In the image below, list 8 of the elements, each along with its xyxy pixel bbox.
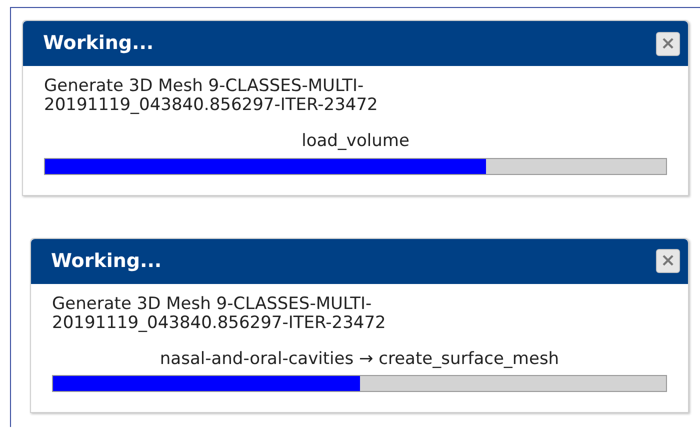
step-label: nasal-and-oral-cavities → create_surface_mesh [160, 348, 560, 370]
dialog-title: Working... [43, 31, 154, 56]
task-description: Generate 3D Mesh 9-CLASSES-MULTI-20191119_043840.856297-ITER-23472 [44, 77, 379, 115]
dialog-title: Working... [51, 248, 162, 274]
close-button[interactable]: × [656, 249, 680, 273]
step-label: load_volume [302, 130, 410, 153]
close-button[interactable]: × [656, 32, 680, 56]
task-description: Generate 3D Mesh 9-CLASSES-MULTI-20191119_043840.856297-ITER-23472 [52, 294, 387, 332]
